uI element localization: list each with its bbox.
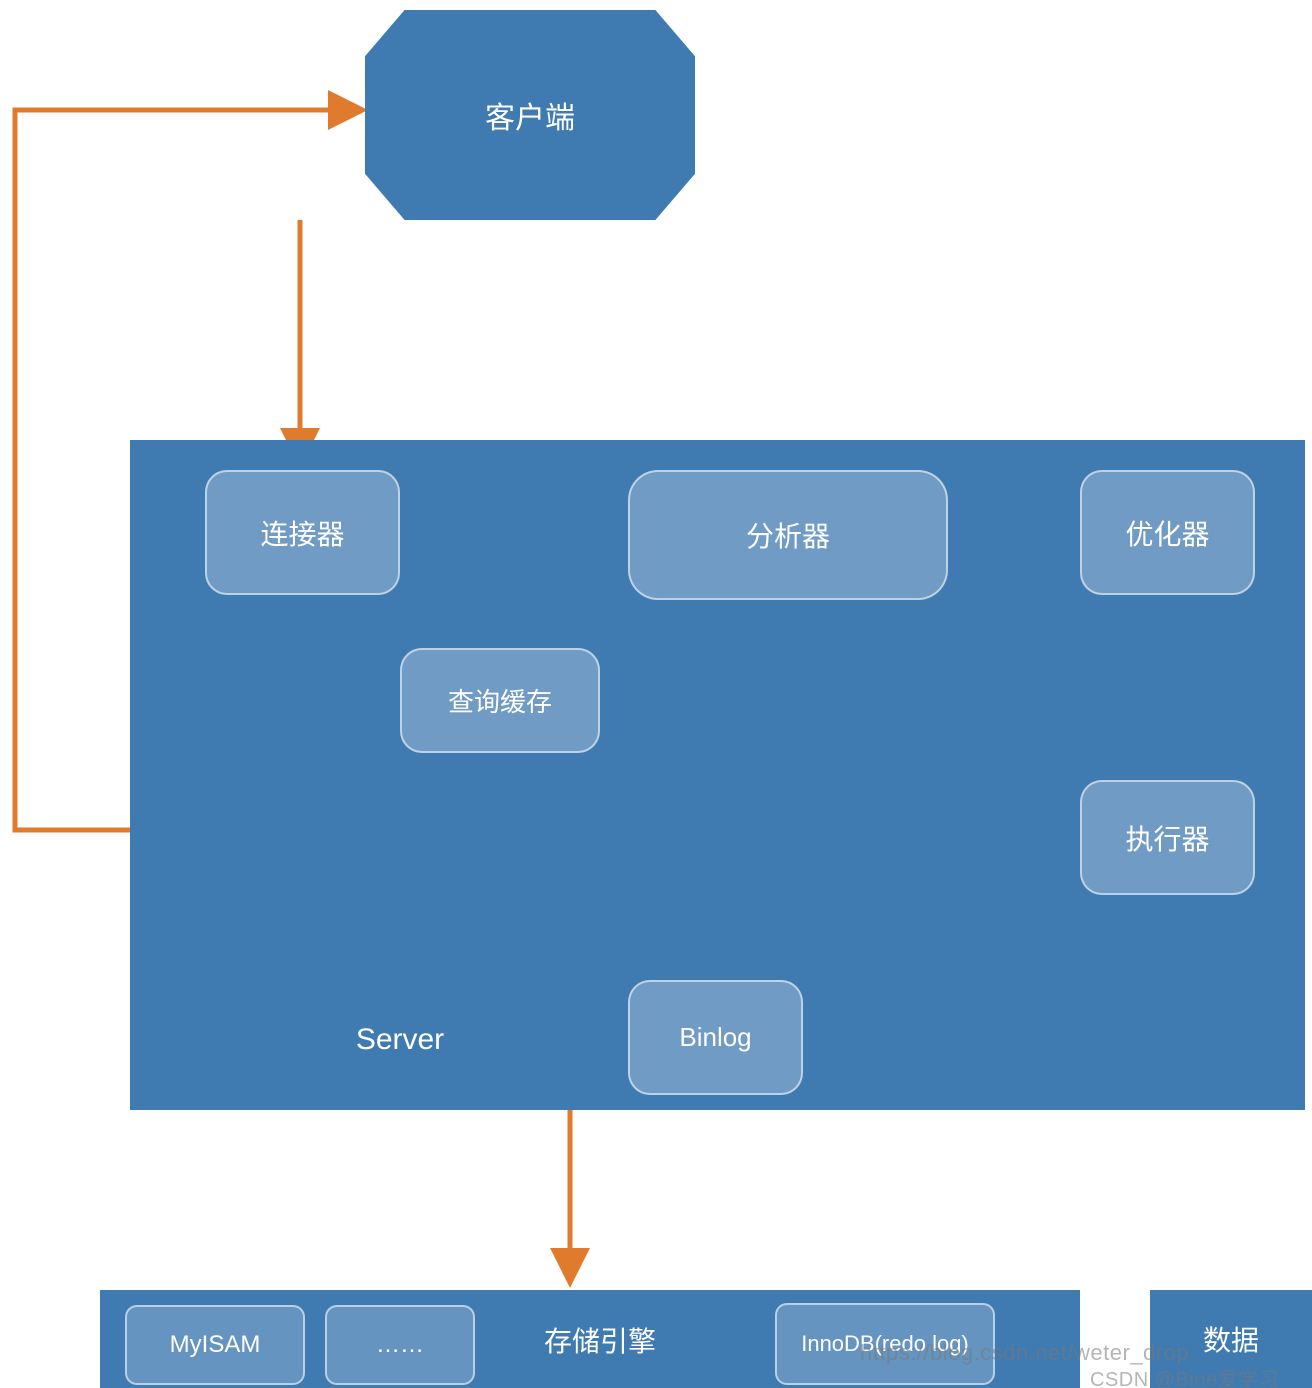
- query-cache-label: 查询缓存: [448, 682, 552, 719]
- node-dots: ……: [325, 1305, 475, 1385]
- node-binlog: Binlog: [628, 980, 803, 1095]
- storage-label: 存储引擎: [500, 1300, 700, 1380]
- myisam-label: MyISAM: [170, 1331, 261, 1359]
- node-query-cache: 查询缓存: [400, 648, 600, 753]
- server-label: Server: [300, 1010, 500, 1070]
- node-myisam: MyISAM: [125, 1305, 305, 1385]
- watermark-credit: CSDN @Bine爱学习: [1090, 1363, 1279, 1388]
- node-executor: 执行器: [1080, 780, 1255, 895]
- client-label: 客户端: [485, 93, 575, 137]
- node-optimizer: 优化器: [1080, 470, 1255, 595]
- executor-label: 执行器: [1125, 818, 1209, 858]
- data-label: 数据: [1203, 1319, 1259, 1359]
- node-connector: 连接器: [205, 470, 400, 595]
- analyzer-label: 分析器: [746, 515, 830, 555]
- dots-label: ……: [376, 1331, 424, 1359]
- optimizer-label: 优化器: [1125, 513, 1209, 553]
- binlog-label: Binlog: [679, 1022, 751, 1053]
- connector-label: 连接器: [260, 513, 344, 553]
- node-analyzer: 分析器: [628, 470, 948, 600]
- node-client: 客户端: [365, 10, 695, 220]
